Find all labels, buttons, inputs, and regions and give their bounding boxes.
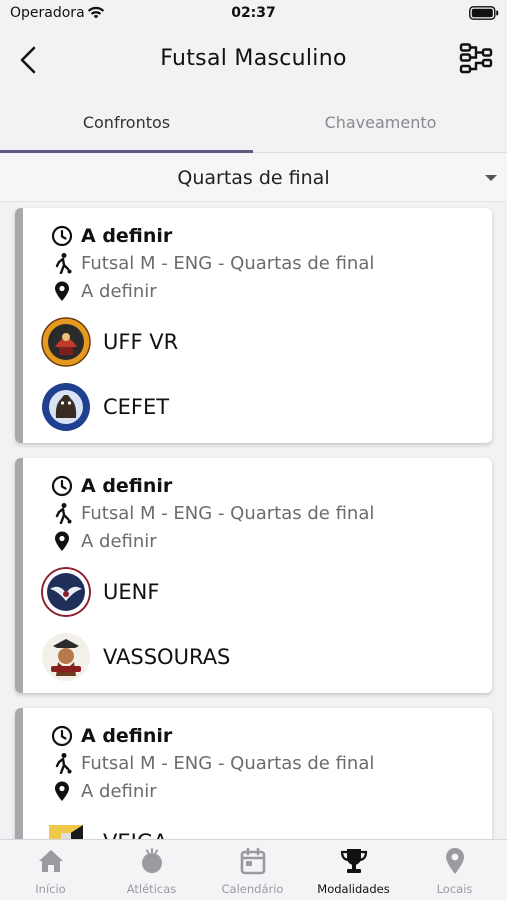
match-location: A definir: [81, 530, 157, 552]
tab-confrontos[interactable]: Confrontos: [0, 92, 253, 152]
team-row: CEFET: [41, 381, 169, 433]
tabbar-label: Calendário: [221, 882, 284, 896]
match-location: A definir: [81, 780, 157, 802]
tab-active-indicator: [0, 150, 253, 153]
tabbar-item-modalidades[interactable]: Modalidades: [303, 840, 404, 900]
match-location-row: A definir: [51, 778, 157, 804]
tabbar-item-calendario[interactable]: Calendário: [202, 840, 303, 900]
cefet-logo: [42, 383, 90, 431]
location-pin-icon: [55, 531, 69, 551]
status-time: 02:37: [231, 5, 276, 21]
soccer-player-icon: [55, 753, 72, 774]
match-card[interactable]: A definir Futsal M - ENG - Quartas de fi…: [15, 708, 492, 839]
tabbar-item-locais[interactable]: Locais: [404, 840, 505, 900]
team-name: VASSOURAS: [103, 645, 231, 669]
tab-chaveamento[interactable]: Chaveamento: [254, 92, 507, 152]
app-header: Futsal Masculino: [0, 30, 507, 92]
segment-tabs: Confrontos Chaveamento: [0, 92, 507, 154]
match-sport: Futsal M - ENG - Quartas de final: [81, 502, 375, 524]
location-pin-icon: [446, 848, 464, 874]
team-row: UFF VR: [41, 316, 178, 368]
location-pin-icon: [55, 781, 69, 801]
veiga-logo: [49, 825, 83, 839]
caret-down-icon: [485, 175, 497, 181]
page-title: Futsal Masculino: [160, 46, 347, 71]
team-row: UENF: [41, 566, 159, 618]
match-location-row: A definir: [51, 528, 157, 554]
match-sport-row: Futsal M - ENG - Quartas de final: [51, 250, 374, 276]
tabbar-label: Locais: [436, 882, 473, 896]
clock-icon: [51, 475, 73, 497]
soccer-player-icon: [55, 503, 72, 524]
team-name: UFF VR: [103, 330, 179, 354]
match-time: A definir: [81, 725, 173, 747]
clock-icon: [51, 725, 73, 747]
battery-icon: [469, 6, 499, 20]
team-row: VASSOURAS: [41, 631, 230, 683]
match-time-row: A definir: [51, 223, 172, 249]
match-time-row: A definir: [51, 473, 172, 499]
trophy-icon: [340, 849, 368, 873]
match-time: A definir: [81, 225, 173, 247]
calendar-icon: [240, 847, 266, 875]
tabbar-label: Modalidades: [317, 882, 390, 896]
tabbar-item-inicio[interactable]: Início: [0, 840, 101, 900]
match-sport-row: Futsal M - ENG - Quartas de final: [51, 500, 374, 526]
match-location-row: A definir: [51, 278, 157, 304]
match-time: A definir: [81, 475, 173, 497]
clock-icon: [51, 225, 73, 247]
uff-vr-logo: [41, 317, 91, 367]
match-time-row: A definir: [51, 723, 172, 749]
match-card[interactable]: A definir Futsal M - ENG - Quartas de fi…: [15, 208, 492, 443]
match-sport-row: Futsal M - ENG - Quartas de final: [51, 750, 374, 776]
team-row: VEIGA: [41, 816, 167, 839]
match-list[interactable]: A definir Futsal M - ENG - Quartas de fi…: [0, 203, 507, 839]
status-bar: Operadora 02:37: [0, 0, 507, 30]
match-location: A definir: [81, 280, 157, 302]
uenf-logo: [41, 567, 91, 617]
bottom-tab-bar: Início Atléticas Calendário Modalidades …: [0, 839, 507, 900]
match-sport: Futsal M - ENG - Quartas de final: [81, 752, 375, 774]
tabbar-label: Início: [35, 882, 66, 896]
match-card[interactable]: A definir Futsal M - ENG - Quartas de fi…: [15, 458, 492, 693]
tabbar-item-atleticas[interactable]: Atléticas: [101, 840, 202, 900]
ball-icon: [142, 848, 162, 873]
bracket-icon[interactable]: [459, 42, 493, 76]
soccer-player-icon: [55, 253, 72, 274]
match-sport: Futsal M - ENG - Quartas de final: [81, 252, 375, 274]
home-icon: [39, 850, 63, 872]
tabbar-label: Atléticas: [126, 882, 177, 896]
vassouras-logo: [42, 633, 90, 681]
phase-select[interactable]: Quartas de final: [0, 154, 507, 202]
phase-selected-value: Quartas de final: [177, 166, 330, 189]
team-name: CEFET: [103, 395, 170, 419]
team-name: UENF: [103, 580, 160, 604]
location-pin-icon: [55, 281, 69, 301]
team-name: VEIGA: [103, 830, 167, 839]
